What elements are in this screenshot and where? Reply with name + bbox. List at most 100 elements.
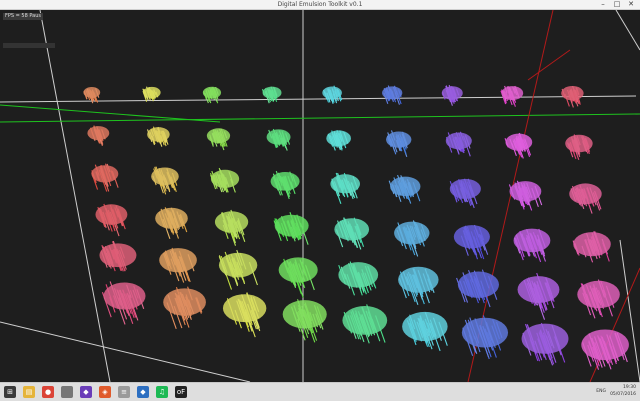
particle-cluster (572, 231, 611, 263)
particle-blob (581, 329, 629, 361)
taskbar: ⊞ ▤ ● ◆ ◈ ≡ ◆ ♫ oF ENG 19:30 05/07/2016 (0, 382, 640, 401)
bounding-box-edge (619, 239, 640, 382)
particle-blob (445, 132, 472, 150)
particle-cluster (334, 217, 370, 250)
spotify-icon[interactable]: ♫ (156, 386, 168, 398)
particle-cluster (500, 85, 524, 107)
visual-studio-icon[interactable]: ◆ (80, 386, 92, 398)
title-bar[interactable]: Digital Emulsion Toolkit v0.1 – □ ✕ (0, 0, 640, 10)
particle-blob (147, 127, 170, 142)
particle-cluster (461, 315, 509, 360)
particle-cluster (382, 85, 403, 105)
maximize-button[interactable]: □ (610, 0, 624, 9)
gui-panel-collapsed[interactable] (3, 43, 55, 48)
particle-blob (342, 306, 388, 335)
particle-cluster (577, 279, 620, 319)
particle-blob (222, 294, 267, 323)
particle-cluster (214, 209, 249, 246)
particle-blob (521, 323, 569, 354)
language-indicator[interactable]: ENG (596, 389, 606, 394)
particle-cluster (398, 266, 439, 305)
particle-blob (334, 218, 370, 241)
fps-readout: FPS = 58 Paus (3, 13, 44, 20)
3d-viewport[interactable]: FPS = 58 Paus (0, 10, 640, 382)
particle-blob (95, 204, 128, 225)
particle-cluster (521, 322, 569, 366)
particle-blob (83, 87, 101, 98)
particle-cluster (261, 86, 282, 104)
particle-cluster (266, 128, 291, 151)
particle-blob (569, 183, 602, 205)
particle-blob (155, 207, 188, 229)
particle-blob (143, 86, 161, 99)
particle-blob (501, 86, 524, 101)
bounding-box-edge (615, 10, 640, 51)
particle-cluster (91, 163, 119, 192)
file-explorer-icon[interactable]: ▤ (23, 386, 35, 398)
particle-blob (99, 243, 137, 268)
particle-cluster (151, 166, 179, 195)
particle-cluster (209, 167, 240, 193)
particle-blob (398, 266, 439, 293)
particle-cluster (402, 311, 448, 352)
particle-blob (390, 176, 421, 197)
scene-canvas[interactable] (0, 10, 640, 382)
particle-blob (91, 165, 119, 183)
particle-blob (461, 317, 509, 348)
particle-blob (453, 225, 490, 249)
particle-blob (270, 172, 300, 191)
particle-blob (159, 248, 197, 273)
particle-blob (382, 86, 403, 100)
particle-blob (274, 214, 309, 237)
windows-start-icon[interactable]: ⊞ (4, 386, 16, 398)
particle-cluster (99, 240, 137, 272)
notepad-icon[interactable]: ≡ (118, 386, 130, 398)
particle-cluster (101, 281, 146, 325)
particle-cluster (569, 183, 602, 214)
particle-cluster (330, 172, 361, 205)
particle-blob (509, 181, 542, 202)
particle-blob (402, 311, 448, 342)
minimize-button[interactable]: – (596, 0, 610, 9)
particle-cluster (202, 86, 222, 104)
particle-cluster (326, 130, 351, 151)
particle-cluster (386, 130, 412, 158)
green-axis-line (0, 104, 221, 123)
blank-app-icon[interactable] (61, 386, 73, 398)
particle-cluster (322, 85, 343, 104)
particle-blob (457, 271, 499, 298)
particle-cluster (449, 178, 481, 209)
particle-blob (565, 134, 593, 153)
particle-cluster (146, 126, 170, 147)
particle-blob (441, 86, 463, 100)
window-title: Digital Emulsion Toolkit v0.1 (277, 1, 363, 8)
particle-blob (326, 130, 351, 147)
particle-blob (561, 86, 584, 101)
git-icon[interactable]: ◈ (99, 386, 111, 398)
particle-blob (87, 126, 110, 141)
particle-cluster (445, 131, 472, 157)
particle-blob (206, 128, 231, 144)
particle-blob (513, 228, 551, 253)
chrome-icon[interactable]: ● (42, 386, 54, 398)
close-button[interactable]: ✕ (624, 0, 638, 9)
particle-blob (322, 86, 342, 100)
particle-blob (103, 282, 146, 310)
particle-cluster (453, 224, 490, 260)
green-axis-line (0, 113, 640, 123)
particle-cluster (278, 257, 318, 298)
particle-blob (449, 178, 481, 199)
system-clock[interactable]: 19:30 05/07/2016 (610, 384, 636, 398)
particle-cluster (388, 174, 421, 204)
bounding-box-edge (39, 10, 111, 382)
particle-cluster (142, 86, 161, 102)
visual-studio-code-icon[interactable]: ◆ (137, 386, 149, 398)
particle-cluster (581, 329, 629, 370)
particle-blob (266, 129, 291, 145)
particle-cluster (456, 269, 499, 308)
particle-cluster (270, 170, 300, 200)
openframeworks-icon[interactable]: oF (175, 386, 187, 398)
particle-blob (505, 133, 533, 151)
particle-blob (218, 252, 258, 278)
particle-blob (202, 86, 222, 99)
